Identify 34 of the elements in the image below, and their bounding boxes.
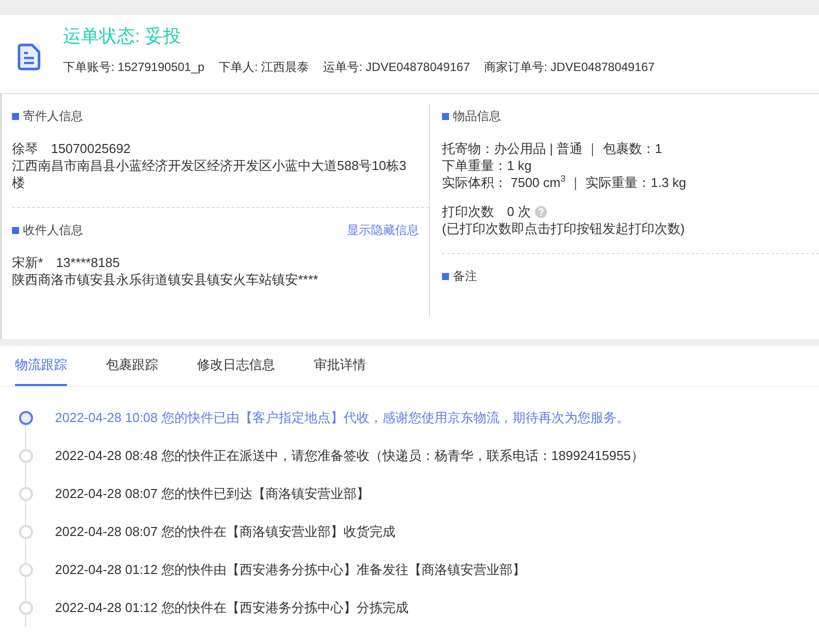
- section-title: 寄件人信息: [23, 108, 83, 124]
- waybill-status: 运单状态: 妥投: [63, 25, 182, 47]
- sender-contact: 徐琴 15070025692: [12, 140, 132, 157]
- tracking-event-text: 2022-04-28 08:07 您的快件已到达【商洛镇安营业部】: [55, 485, 370, 503]
- show-hidden-info-link[interactable]: 显示隐藏信息: [347, 222, 419, 238]
- tracking-event-text: 2022-04-28 01:12 您的快件在【西安港务分拣中心】分拣完成: [55, 599, 408, 617]
- section-marker-icon: [442, 272, 449, 280]
- receiver-contact: 宋新* 13****8185: [12, 254, 121, 271]
- order-meta-text: 运单号: JDVE04878049167: [323, 59, 470, 76]
- tracking-event-text: 2022-04-28 10:08 您的快件已由【客户指定地点】代收，感谢您使用京东物流，期待再次为您服务。: [55, 409, 630, 427]
- tab[interactable]: 物流跟踪: [15, 346, 67, 386]
- help-icon[interactable]: [534, 206, 547, 218]
- goods-detail-text: 托寄物：办公用品 | 普通 ｜ 包裹数：1: [442, 140, 664, 157]
- tab[interactable]: 修改日志信息: [197, 346, 275, 386]
- section-marker-icon: [12, 226, 19, 234]
- tab[interactable]: 审批详情: [314, 346, 366, 386]
- tracking-event-text: 2022-04-28 08:48 您的快件正在派送中，请您准备签收（快递员：杨青华，联系电话：18992415955）: [55, 447, 644, 465]
- goods-detail-text: 下单重量：1 kg: [442, 157, 533, 174]
- tracking-event-text: 2022-04-28 08:07 您的快件在【商洛镇安营业部】收货完成: [55, 523, 396, 541]
- tracking-event-text: 2022-04-28 01:12 您的快件由【西安港务分拣中心】准备发往【商洛镇安营业部】: [55, 561, 526, 579]
- order-meta-text: 下单账号: 15279190501_p: [63, 59, 204, 76]
- sender-address: 江西南昌市南昌县小蓝经济开发区经济开发区小蓝中大道588号10栋3楼: [12, 157, 408, 191]
- section-marker-icon: [442, 112, 449, 120]
- section-title: 备注: [453, 268, 477, 284]
- tab[interactable]: 包裹跟踪: [106, 346, 158, 386]
- print-count-note: (已打印次数即点击打印按钮发起打印次数): [442, 220, 686, 237]
- receiver-address: 陕西商洛市镇安县永乐街道镇安县镇安火车站镇安****: [12, 271, 320, 288]
- section-title: 物品信息: [453, 108, 501, 124]
- order-meta-text: 下单人: 江西晨泰: [218, 59, 310, 76]
- section-marker-icon: [12, 112, 19, 120]
- print-count-text: 打印次数 0 次: [442, 204, 531, 219]
- section-title: 收件人信息: [23, 222, 83, 238]
- order-meta-text: 商家订单号: JDVE04878049167: [484, 59, 655, 76]
- goods-detail-text: 实际体积： 7500 cm$^{3}$ ｜ 实际重量：1.3 kg: [442, 174, 688, 191]
